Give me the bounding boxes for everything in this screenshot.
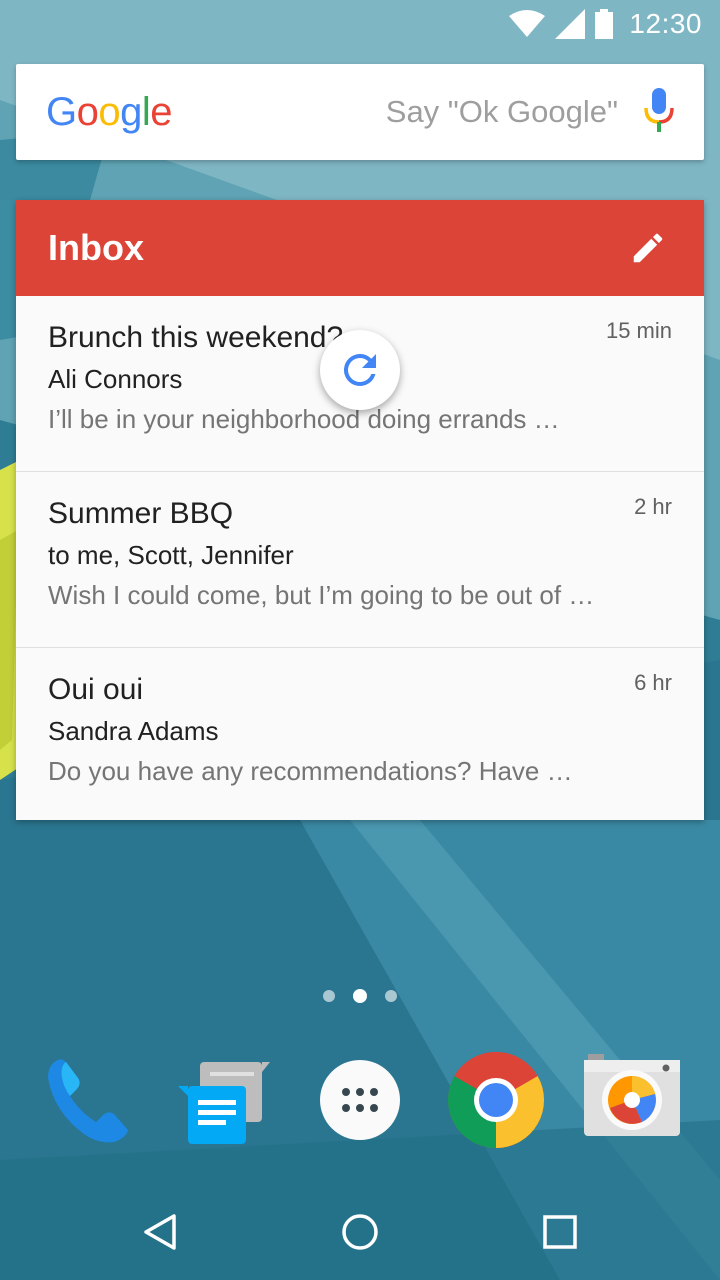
mail-snippet: Wish I could come, but I’m going to be o… — [48, 580, 595, 610]
logo-letter: G — [46, 89, 77, 134]
chrome-icon[interactable] — [446, 1050, 546, 1150]
inbox-header: Inbox — [16, 200, 704, 296]
refresh-icon[interactable] — [320, 330, 400, 410]
mail-sender: to me, Scott, Jennifer — [48, 540, 294, 570]
status-bar: 12:30 — [0, 0, 720, 48]
inbox-title[interactable]: Inbox — [48, 227, 144, 269]
recents-icon[interactable] — [536, 1208, 584, 1256]
cell-signal-icon — [555, 9, 586, 39]
mail-sender: Sandra Adams — [48, 716, 219, 746]
logo-letter: e — [150, 89, 173, 134]
page-dot — [323, 990, 335, 1002]
back-icon[interactable] — [136, 1208, 184, 1256]
mail-time: 15 min — [605, 318, 672, 343]
logo-letter: o — [76, 89, 99, 134]
home-icon[interactable] — [336, 1208, 384, 1256]
battery-icon — [595, 9, 614, 39]
navigation-bar — [0, 1184, 720, 1280]
app-drawer-icon[interactable] — [310, 1050, 410, 1150]
search-hint: Say "Ok Google" — [385, 94, 618, 129]
edit-pencil-icon[interactable] — [626, 226, 670, 270]
logo-letter: l — [141, 89, 151, 134]
mail-item[interactable]: Summer BBQ to me, Scott, Jennifer Wish I… — [16, 472, 704, 648]
page-dot-active — [353, 989, 367, 1003]
dock — [0, 1050, 720, 1160]
mail-subject: Oui oui — [48, 673, 144, 706]
mic-icon[interactable] — [644, 87, 674, 137]
logo-letter: g — [120, 89, 142, 134]
wifi-icon — [509, 10, 546, 38]
page-dot — [385, 990, 397, 1002]
messages-icon[interactable] — [176, 1050, 276, 1150]
mail-snippet: Do you have any recommendations? Have … — [48, 756, 573, 786]
phone-icon[interactable] — [40, 1050, 140, 1150]
google-search-bar[interactable]: Google Say "Ok Google" — [16, 64, 704, 160]
mail-time: 2 hr — [634, 494, 672, 519]
page-indicator — [0, 989, 720, 1003]
clock: 12:30 — [629, 8, 702, 39]
inbox-widget: Inbox Brunch this weekend? Ali Connors I… — [16, 200, 704, 820]
camera-icon[interactable] — [580, 1050, 680, 1150]
mail-item[interactable]: Oui oui Sandra Adams Do you have any rec… — [16, 648, 704, 824]
logo-letter: o — [98, 89, 121, 134]
mail-time: 6 hr — [634, 670, 672, 695]
google-logo: Google — [46, 89, 173, 135]
mail-subject: Summer BBQ — [48, 497, 234, 530]
